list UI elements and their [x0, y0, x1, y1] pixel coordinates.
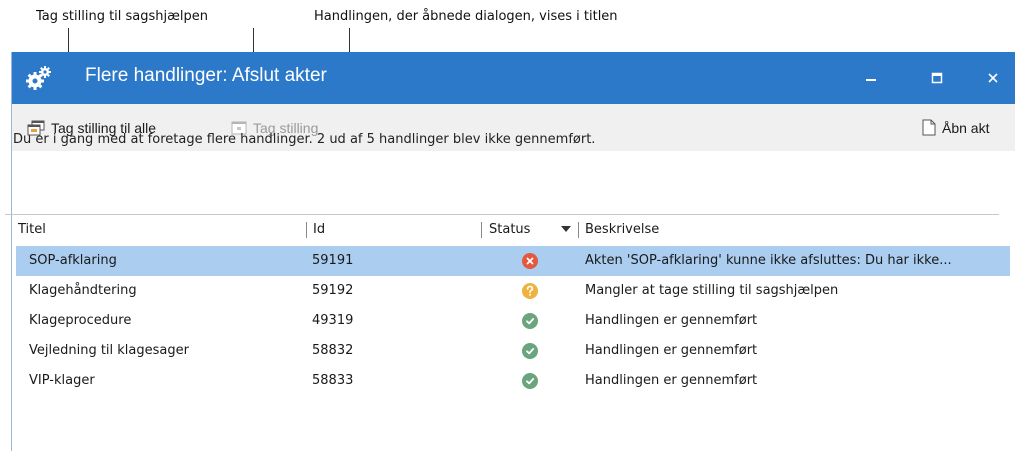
- title-bar[interactable]: Flere handlinger: Afslut akter: [12, 52, 1015, 104]
- table-row[interactable]: SOP-afklaring 59191 Akten 'SOP-afklaring' …: [16, 246, 1010, 276]
- check-icon: [522, 313, 538, 329]
- minimize-button[interactable]: [848, 52, 894, 104]
- cell-description: Akten 'SOP-afklaring' kunne ikke afslutt…: [585, 253, 952, 268]
- status-message: Du er i gang med at foretage flere handl…: [13, 132, 596, 147]
- maximize-button[interactable]: [914, 52, 960, 104]
- open-document-button[interactable]: Åbn akt: [922, 104, 989, 151]
- gears-icon: [26, 66, 51, 90]
- cell-id: 59191: [312, 253, 354, 268]
- column-divider[interactable]: [578, 222, 579, 238]
- check-icon: [522, 343, 538, 359]
- open-document-label: Åbn akt: [942, 119, 990, 136]
- cell-id: 49319: [312, 313, 354, 328]
- table-row[interactable]: Klageprocedure 49319 Handlingen er gennemf…: [16, 306, 1010, 336]
- column-header-id[interactable]: Id: [313, 219, 473, 240]
- cell-id: 59192: [312, 283, 354, 298]
- maximize-icon: [931, 72, 943, 84]
- column-divider[interactable]: [481, 222, 482, 238]
- cell-title: Klagehåndtering: [29, 283, 137, 298]
- sort-down-icon[interactable]: [561, 226, 571, 234]
- question-icon: [522, 283, 538, 299]
- table-top-border: [5, 214, 999, 215]
- table-row[interactable]: Vejledning til klagesager 58832 Handlingen…: [16, 336, 1010, 366]
- column-divider[interactable]: [306, 222, 307, 238]
- window-title: Flere handlinger: Afslut akter: [85, 65, 327, 86]
- cell-description: Handlingen er gennemført: [585, 313, 758, 328]
- cell-title: SOP-afklaring: [29, 253, 117, 268]
- close-button[interactable]: [970, 52, 1015, 104]
- callout-title-info: Handlingen, der åbnede dialogen, vises i…: [314, 9, 618, 24]
- cell-description: Handlingen er gennemført: [585, 373, 758, 388]
- cell-description: Handlingen er gennemført: [585, 343, 758, 358]
- minimize-icon: [866, 79, 876, 81]
- check-icon: [522, 373, 538, 389]
- close-icon: [988, 73, 998, 83]
- cell-description: Mangler at tage stilling til sagshjælpen: [585, 283, 839, 298]
- table-header: Titel Id Status Beskrivelse: [5, 219, 999, 240]
- cell-title: Vejledning til klagesager: [29, 343, 189, 358]
- error-icon: [522, 253, 538, 269]
- column-header-description[interactable]: Beskrivelse: [585, 219, 985, 240]
- table-row[interactable]: Klagehåndtering 59192 Mangler at tage stil…: [16, 276, 1010, 306]
- column-header-status[interactable]: Status: [489, 219, 549, 240]
- callout-take-stance: Tag stilling til sagshjælpen: [36, 9, 209, 24]
- cell-title: Klageprocedure: [29, 313, 132, 328]
- table-row[interactable]: VIP-klager 58833 Handlingen er gennemført: [16, 366, 1010, 396]
- cell-id: 58832: [312, 343, 354, 358]
- cell-title: VIP-klager: [29, 373, 95, 388]
- cell-id: 58833: [312, 373, 354, 388]
- document-icon: [922, 119, 936, 136]
- column-header-title[interactable]: Titel: [18, 219, 298, 240]
